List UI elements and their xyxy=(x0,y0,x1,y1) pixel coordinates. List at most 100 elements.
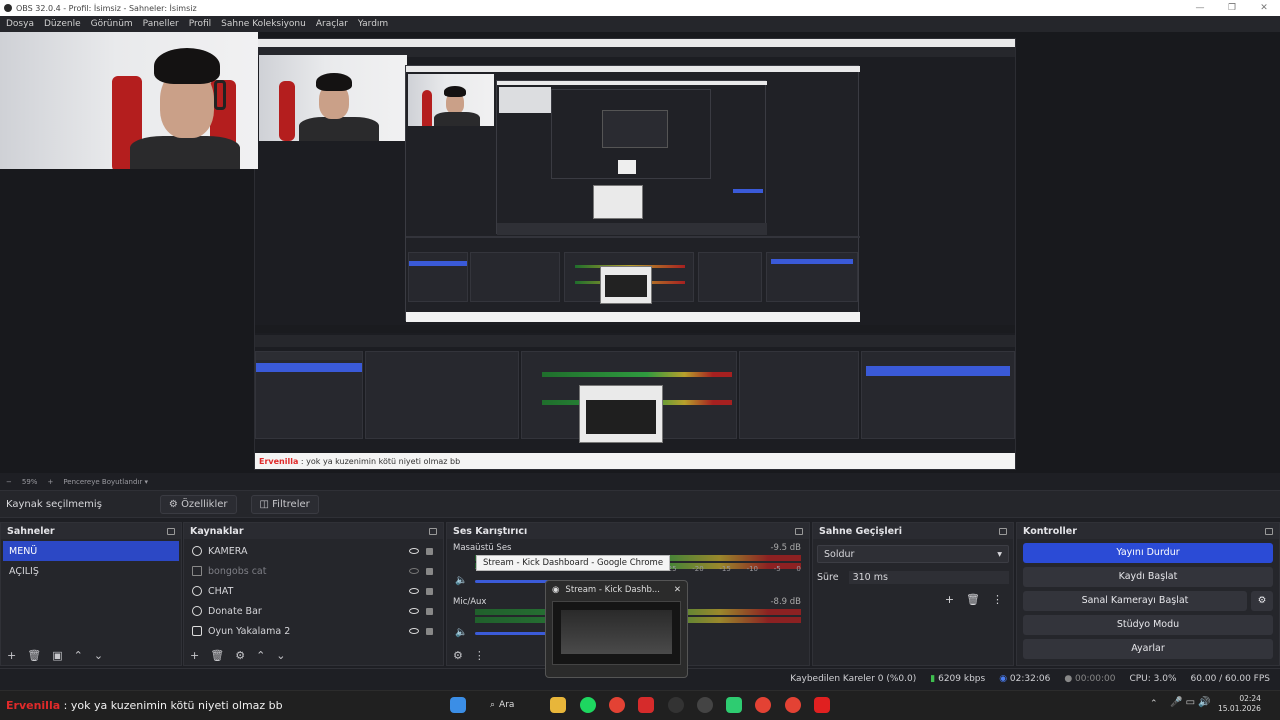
dock-float-icon[interactable] xyxy=(429,527,437,535)
scene-filter-icon[interactable]: ▣ xyxy=(52,649,62,662)
chevron-up-icon[interactable]: ⌃ xyxy=(256,649,265,662)
obs-icon[interactable] xyxy=(668,697,684,713)
close-icon[interactable]: ✕ xyxy=(674,585,681,595)
maximize-button[interactable]: ❐ xyxy=(1216,0,1248,16)
menu-docks[interactable]: Paneller xyxy=(143,19,179,29)
gear-icon[interactable]: ⚙ xyxy=(235,649,245,662)
window-title: OBS 32.0.4 - Profil: İsimsiz - Sahneler:… xyxy=(16,3,197,13)
thumbnail-preview xyxy=(552,601,681,665)
windows-start-icon[interactable] xyxy=(450,697,466,713)
zoom-in-button[interactable]: + xyxy=(47,478,53,486)
image-source-icon xyxy=(192,566,202,576)
chrome-icon[interactable] xyxy=(609,697,625,713)
speaker-icon[interactable]: 🔈 xyxy=(455,575,467,586)
lock-icon[interactable] xyxy=(426,587,433,595)
more-options-icon[interactable]: ⋮ xyxy=(474,649,485,662)
virtual-camera-button[interactable]: Sanal Kamerayı Başlat xyxy=(1023,591,1247,611)
dock-float-icon[interactable] xyxy=(795,527,803,535)
lock-icon[interactable] xyxy=(426,607,433,615)
add-icon[interactable]: + xyxy=(7,649,16,662)
nested-thumbnail xyxy=(579,385,663,443)
menu-profile[interactable]: Profil xyxy=(189,19,211,29)
more-options-icon[interactable]: ⋮ xyxy=(992,593,1003,606)
resize-mode-dropdown[interactable]: Pencereye Boyutlandır ▾ xyxy=(63,478,148,486)
lock-icon[interactable] xyxy=(426,627,433,635)
stop-stream-button[interactable]: Yayını Durdur xyxy=(1023,543,1273,563)
menu-view[interactable]: Görünüm xyxy=(91,19,133,29)
tray-chevron-icon[interactable]: ⌃ xyxy=(1150,699,1158,709)
eye-hidden-icon[interactable] xyxy=(409,568,419,574)
channel-name: Masaüstü Ses xyxy=(453,543,512,553)
sources-title: Kaynaklar xyxy=(190,525,244,537)
lock-icon[interactable] xyxy=(426,547,433,555)
gear-icon[interactable]: ⚙ xyxy=(453,649,463,662)
add-icon[interactable]: + xyxy=(190,649,199,662)
lock-icon[interactable] xyxy=(426,567,433,575)
gear-icon[interactable]: ⚙ xyxy=(1251,591,1273,611)
gamepad-icon xyxy=(192,626,202,636)
zoom-level: 59% xyxy=(21,478,38,486)
dock-float-icon[interactable] xyxy=(167,527,175,535)
chevron-up-icon[interactable]: ⌃ xyxy=(74,649,83,662)
app-icon[interactable] xyxy=(697,697,713,713)
start-recording-button[interactable]: Kaydı Başlat xyxy=(1023,567,1273,587)
nested-webcam-1 xyxy=(259,55,407,141)
properties-button[interactable]: ⚙ Özellikler xyxy=(159,494,237,514)
eye-icon[interactable] xyxy=(409,548,419,554)
taskbar-search[interactable]: ⌕ Ara xyxy=(490,697,514,713)
preview-canvas[interactable]: Ervenilla : yok ya kuzenimin kötü niyeti… xyxy=(254,38,1016,470)
eye-icon[interactable] xyxy=(409,608,419,614)
nested-obs-window-3 xyxy=(496,80,767,235)
taskbar-thumbnail[interactable]: ◉ Stream - Kick Dashb... ✕ xyxy=(545,580,688,678)
filters-button[interactable]: ◫ Filtreler xyxy=(250,494,319,514)
eye-icon[interactable] xyxy=(409,628,419,634)
trash-icon[interactable]: 🗑 xyxy=(210,649,224,662)
trash-icon[interactable]: 🗑 xyxy=(966,593,980,606)
transition-select[interactable]: Soldur ▾ xyxy=(817,545,1009,563)
menu-help[interactable]: Yardım xyxy=(358,19,388,29)
channel-db: -9.5 dB xyxy=(770,543,801,553)
fps: 60.00 / 60.00 FPS xyxy=(1190,673,1270,684)
browser-source-icon xyxy=(192,606,202,616)
add-icon[interactable]: + xyxy=(945,593,954,606)
source-item[interactable]: Donate Bar xyxy=(186,601,441,621)
zoom-out-button[interactable]: − xyxy=(6,478,12,486)
webcam-feed xyxy=(0,32,258,169)
source-item[interactable]: Oyun Yakalama 2 xyxy=(186,621,441,641)
app-icon[interactable] xyxy=(814,697,830,713)
dock-float-icon[interactable] xyxy=(1265,527,1273,535)
filter-icon: ◫ xyxy=(259,498,273,510)
scene-item[interactable]: AÇILIŞ xyxy=(3,561,179,581)
menu-file[interactable]: Dosya xyxy=(6,19,34,29)
chevron-down-icon[interactable]: ⌄ xyxy=(276,649,285,662)
menu-edit[interactable]: Düzenle xyxy=(44,19,81,29)
scene-item[interactable]: MENÜ xyxy=(3,541,179,561)
source-item[interactable]: CHAT xyxy=(186,581,441,601)
speaker-icon[interactable]: 🔈 xyxy=(455,627,467,638)
minimize-button[interactable]: — xyxy=(1184,0,1216,16)
signal-icon: ▮ xyxy=(930,673,939,684)
app-icon[interactable] xyxy=(726,697,742,713)
duration-input[interactable]: 310 ms xyxy=(848,570,1009,584)
chrome-icon[interactable] xyxy=(785,697,801,713)
bitrate: ▮ 6209 kbps xyxy=(930,673,986,684)
trash-icon[interactable]: 🗑 xyxy=(27,649,41,662)
settings-button[interactable]: Ayarlar xyxy=(1023,639,1273,659)
chevron-down-icon[interactable]: ⌄ xyxy=(94,649,103,662)
chrome-icon[interactable] xyxy=(755,697,771,713)
menu-scene-collection[interactable]: Sahne Koleksiyonu xyxy=(221,19,306,29)
channel-db: -8.9 dB xyxy=(770,597,801,607)
menu-tools[interactable]: Araçlar xyxy=(316,19,348,29)
dock-float-icon[interactable] xyxy=(999,527,1007,535)
sources-dock: Kaynaklar KAMERA bongobs cat CHAT Donate… xyxy=(183,522,444,666)
tray-icons[interactable]: 🎤 ▭ 🔊 xyxy=(1170,697,1211,708)
taskbar-clock[interactable]: 02:24 15.01.2026 xyxy=(1218,694,1261,714)
close-button[interactable]: ✕ xyxy=(1248,0,1280,16)
file-explorer-icon[interactable] xyxy=(550,697,566,713)
app-icon[interactable] xyxy=(638,697,654,713)
eye-icon[interactable] xyxy=(409,588,419,594)
spotify-icon[interactable] xyxy=(580,697,596,713)
source-item[interactable]: bongobs cat xyxy=(186,561,441,581)
studio-mode-button[interactable]: Stüdyo Modu xyxy=(1023,615,1273,635)
source-item[interactable]: KAMERA xyxy=(186,541,441,561)
